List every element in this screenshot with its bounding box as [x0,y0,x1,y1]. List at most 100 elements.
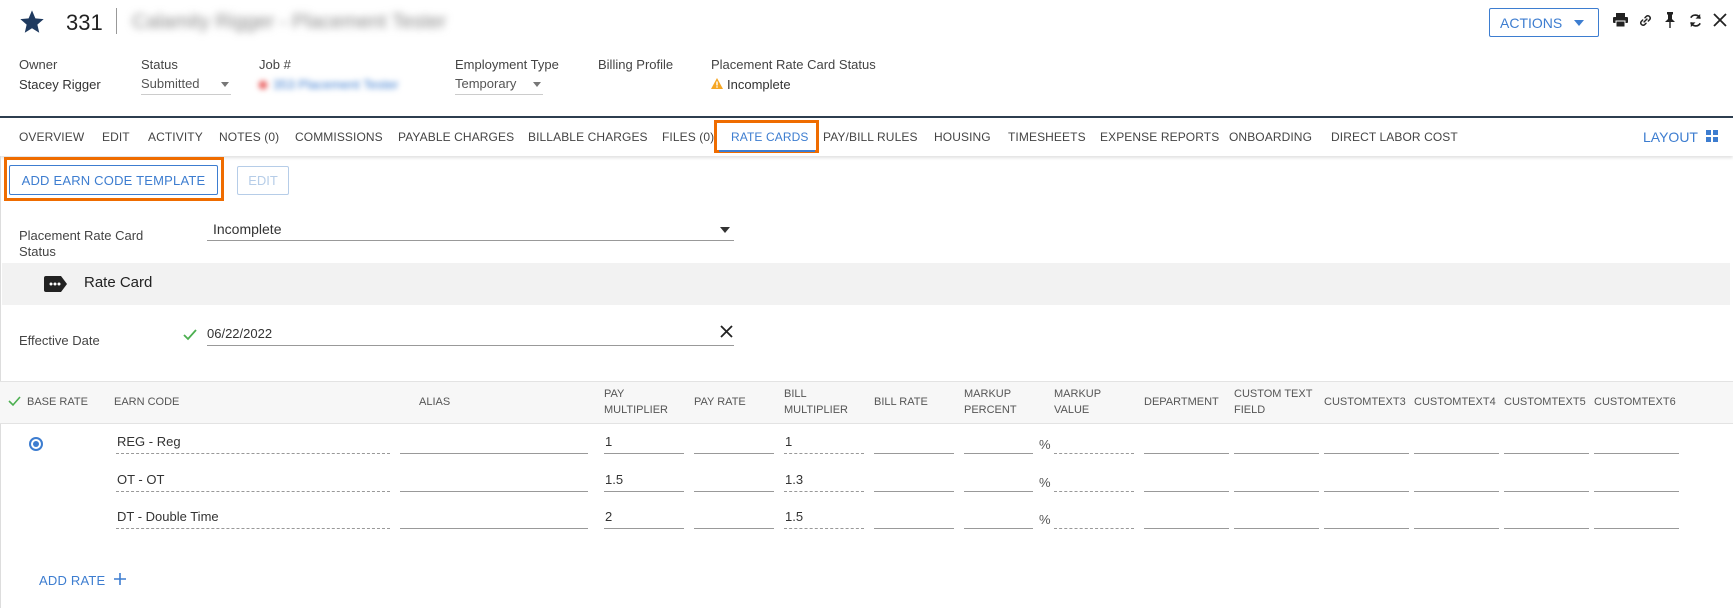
add-rate-label: ADD RATE [39,573,106,588]
record-title: Calamity Rigger - Placement Tester [132,11,447,33]
pin-icon[interactable] [1662,12,1678,28]
pay-rate-field[interactable] [694,434,774,454]
pay-multiplier-field[interactable]: 1.5 [604,472,684,492]
col-markup-value-line1: MARKUP [1054,388,1102,400]
job-value: 353 Placement Tester [273,77,399,92]
tab-onboarding[interactable]: ONBOARDING [1229,130,1312,144]
col-bill-multiplier: BILL MULTIPLIER [784,386,848,418]
tab-billable-charges[interactable]: BILLABLE CHARGES [528,130,648,144]
markup-percent-field[interactable] [964,509,1033,529]
department-field[interactable] [1144,509,1229,529]
customtext6-field[interactable] [1594,434,1679,454]
employment-type-select[interactable]: Temporary [455,76,543,95]
tab-timesheets[interactable]: TIMESHEETS [1008,130,1086,144]
markup-percent-field[interactable] [964,472,1033,492]
actions-dropdown-button[interactable]: ACTIONS [1489,8,1599,37]
bill-multiplier-field[interactable]: 1.5 [784,509,864,529]
record-id: 331 [66,10,103,35]
tab-commissions[interactable]: COMMISSIONS [295,130,383,144]
tab-overview[interactable]: OVERVIEW [19,130,84,144]
percent-sign: % [1039,437,1051,452]
customtext5-field[interactable] [1504,472,1589,492]
customtext3-field[interactable] [1324,472,1409,492]
tab-activity[interactable]: ACTIVITY [148,130,203,144]
bill-rate-field[interactable] [874,472,954,492]
base-rate-radio[interactable] [29,437,43,451]
placement-rate-card-status-label: Placement Rate Card Status [19,228,144,259]
custom-text-field[interactable] [1234,472,1319,492]
add-earn-code-template-button[interactable]: ADD EARN CODE TEMPLATE [9,165,218,195]
tab-edit[interactable]: EDIT [102,130,130,144]
status-select[interactable]: Submitted [141,76,231,95]
job-link[interactable]: 353 Placement Tester [259,77,399,92]
col-alias: ALIAS [419,396,451,408]
active-tab-indicator [719,150,815,152]
tab-rate-cards-highlight [714,120,819,153]
refresh-icon[interactable] [1687,12,1703,28]
job-status-dot [259,80,267,89]
customtext4-field[interactable] [1414,434,1499,454]
customtext3-field[interactable] [1324,434,1409,454]
pay-rate-field[interactable] [694,472,774,492]
col-department: DEPARTMENT [1144,396,1219,408]
layout-button[interactable]: LAYOUT [1643,129,1718,145]
bill-multiplier-field[interactable]: 1.3 [784,472,864,492]
edit-button[interactable]: EDIT [237,166,289,195]
customtext4-field[interactable] [1414,472,1499,492]
col-pay-multiplier: PAY MULTIPLIER [604,386,668,418]
markup-value-field[interactable] [1054,434,1134,454]
alias-field[interactable] [400,472,588,492]
bill-rate-field[interactable] [874,509,954,529]
tab-notes[interactable]: NOTES (0) [219,130,279,144]
customtext3-field[interactable] [1324,509,1409,529]
customtext6-field[interactable] [1594,472,1679,492]
tab-pay-bill-rules[interactable]: PAY/BILL RULES [823,130,918,144]
alias-field[interactable] [400,509,588,529]
customtext5-field[interactable] [1504,434,1589,454]
custom-text-field[interactable] [1234,509,1319,529]
tab-files[interactable]: FILES (0) [662,130,714,144]
earn-code-field[interactable]: OT - OT [116,472,390,492]
col-base-rate: BASE RATE [27,396,88,408]
markup-value-field[interactable] [1054,472,1134,492]
pay-multiplier-field[interactable]: 1 [604,434,684,454]
owner-label: Owner [19,57,58,72]
department-field[interactable] [1144,434,1229,454]
clear-icon[interactable] [720,325,733,341]
col-earn-code: EARN CODE [114,396,180,408]
customtext5-field[interactable] [1504,509,1589,529]
add-rate-button[interactable]: ADD RATE [39,572,127,589]
print-icon[interactable] [1612,12,1628,28]
earn-code-field[interactable]: DT - Double Time [116,509,390,529]
pay-rate-field[interactable] [694,509,774,529]
tag-icon [44,276,68,295]
tab-expense-reports[interactable]: EXPENSE REPORTS [1100,130,1219,144]
placement-rate-card-status-select[interactable]: Incomplete [207,221,734,241]
tab-direct-labor-cost[interactable]: DIRECT LABOR COST [1331,130,1458,144]
chevron-down-icon [221,82,229,87]
star-icon[interactable] [18,8,46,36]
record-header: 331 Calamity Rigger - Placement Tester A… [0,0,1733,118]
grid-icon [1705,129,1718,145]
customtext6-field[interactable] [1594,509,1679,529]
percent-sign: % [1039,512,1051,527]
effective-date-input[interactable]: 06/22/2022 [207,326,734,346]
custom-text-field[interactable] [1234,434,1319,454]
markup-percent-field[interactable] [964,434,1033,454]
pay-multiplier-field[interactable]: 2 [604,509,684,529]
alias-field[interactable] [400,434,588,454]
department-field[interactable] [1144,472,1229,492]
tab-housing[interactable]: HOUSING [934,130,991,144]
col-pay-rate: PAY RATE [694,396,746,408]
link-icon[interactable] [1637,12,1653,28]
earn-code-field[interactable]: REG - Reg [116,434,390,454]
close-icon[interactable] [1712,12,1728,28]
bill-rate-field[interactable] [874,434,954,454]
tab-payable-charges[interactable]: PAYABLE CHARGES [398,130,514,144]
bill-multiplier-field[interactable]: 1 [784,434,864,454]
header-toolbar [1612,12,1728,28]
markup-value-field[interactable] [1054,509,1134,529]
col-bill-rate: BILL RATE [874,396,928,408]
customtext4-field[interactable] [1414,509,1499,529]
col-customtext5: CUSTOMTEXT5 [1504,396,1586,408]
